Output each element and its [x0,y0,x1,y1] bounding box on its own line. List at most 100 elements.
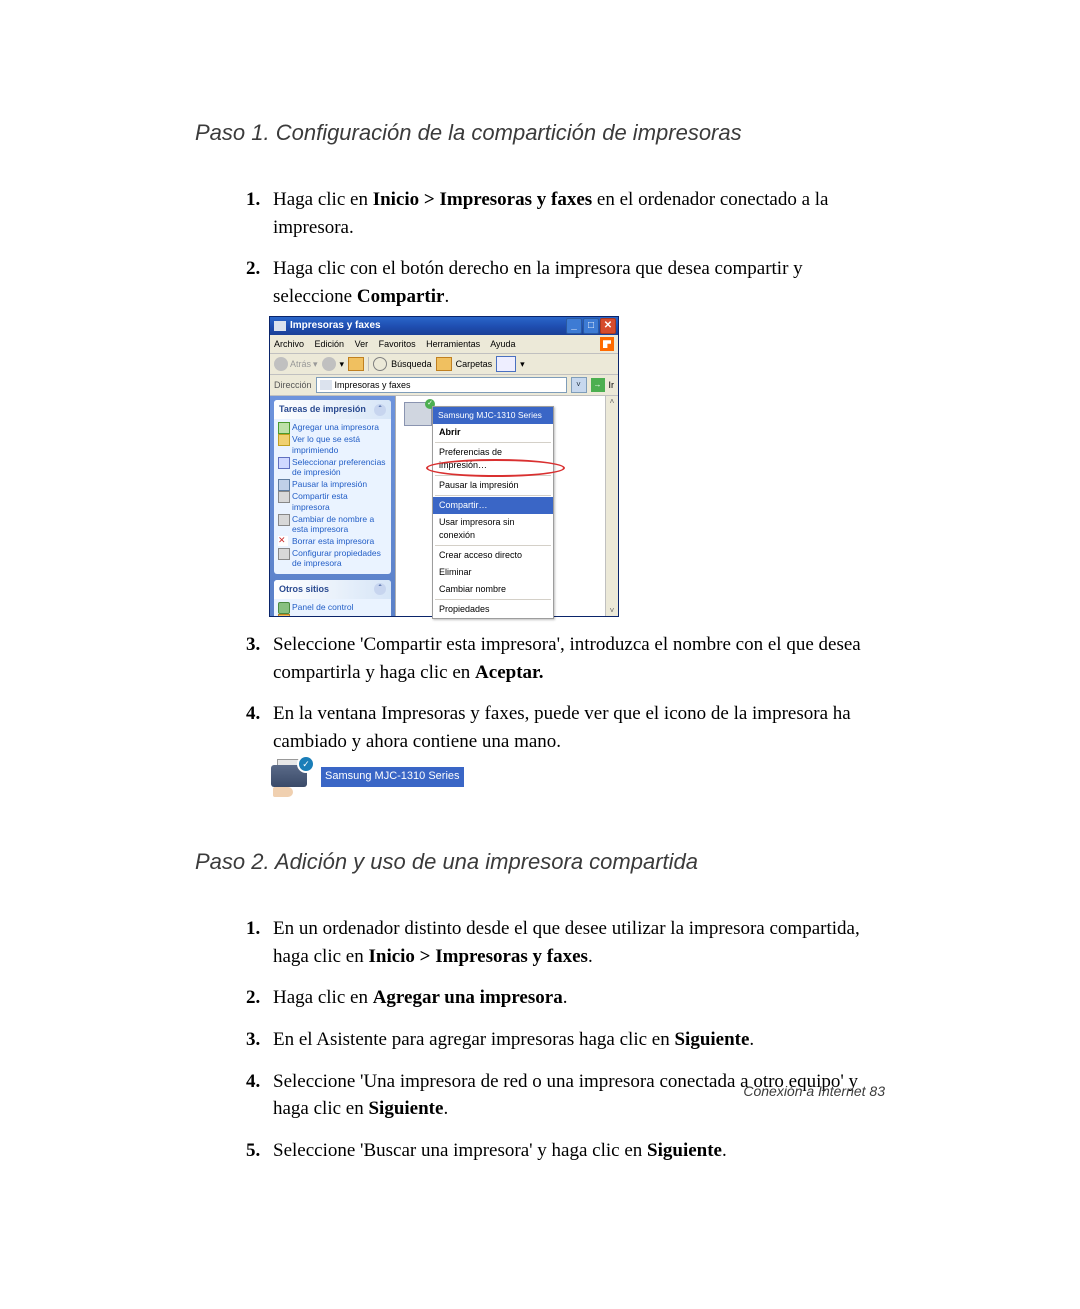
ctx-open[interactable]: Abrir [433,424,553,441]
properties-icon [278,548,290,560]
task-pause[interactable]: Pausar la impresión [278,478,387,490]
text: . [443,1098,448,1119]
step1-item-3: Seleccione 'Compartir esta impresora', i… [265,631,885,686]
text: En el Asistente para agregar impresoras … [273,1029,674,1050]
window-titlebar[interactable]: Impresoras y faxes _ □ ✕ [270,317,618,335]
pause-icon [278,479,290,491]
text: . [588,946,593,967]
scroll-down-icon[interactable]: ˅ [610,605,615,617]
text: . [722,1140,727,1161]
back-icon [274,357,288,371]
task-add-printer[interactable]: Agregar una impresora [278,421,387,433]
context-menu: Samsung MJC-1310 Series Abrir Preferenci… [432,406,554,619]
link-scanners[interactable]: Escáneres y cámaras [278,613,387,616]
ctx-shortcut[interactable]: Crear acceso directo [433,547,553,564]
back-button[interactable]: Atrás ▾ [274,357,318,371]
other-places-panel: Otros sitios ˆ Panel de control Escánere… [274,580,391,617]
menubar: Archivo Edición Ver Favoritos Herramient… [270,335,618,354]
step1-heading: Paso 1. Configuración de la compartición… [195,120,885,146]
collapse-icon[interactable]: ˆ [374,583,386,595]
ctx-pause[interactable]: Pausar la impresión [433,477,553,494]
context-menu-header: Samsung MJC-1310 Series [433,407,553,423]
document-page: Paso 1. Configuración de la compartición… [0,0,1080,1309]
view-queue-icon [278,434,290,446]
folders-label[interactable]: Carpetas [456,358,493,371]
default-check-icon: ✓ [297,755,315,773]
shared-printer-icon: ✓ [269,759,313,795]
ctx-prefs[interactable]: Preferencias de impresión… [433,444,553,474]
address-value: Impresoras y faxes [335,379,411,392]
scrollbar-vertical[interactable]: ˄ ˅ [605,396,618,616]
text: . [444,286,449,307]
menu-path: Inicio > Impresoras y faxes [373,189,592,210]
windows-flag-icon [600,337,614,351]
menu-archivo[interactable]: Archivo [274,339,304,349]
toolbar: Atrás ▾ ▾ Búsqueda Carpetas ▾ [270,354,618,375]
up-icon[interactable] [348,357,364,371]
scanners-icon [278,614,290,616]
add-printer-label: Agregar una impresora [373,987,563,1008]
printer-item[interactable]: ✓ [404,402,432,426]
ctx-rename[interactable]: Cambiar nombre [433,581,553,598]
page-footer: Conexión a Internet 83 [743,1083,885,1099]
share-icon [278,491,290,503]
delete-icon [278,536,288,546]
prefs-icon [278,457,290,469]
folders-icon[interactable] [436,357,452,371]
maximize-button[interactable]: □ [583,318,599,334]
text: En la ventana Impresoras y faxes, puede … [273,703,851,752]
printers-icon [274,321,286,331]
minimize-button[interactable]: _ [566,318,582,334]
step1-item-1: Haga clic en Inicio > Impresoras y faxes… [265,186,885,241]
menu-edicion[interactable]: Edición [315,339,345,349]
close-button[interactable]: ✕ [600,318,616,334]
search-icon[interactable] [373,357,387,371]
rename-icon [278,514,290,526]
address-field[interactable]: Impresoras y faxes [316,377,567,393]
ctx-share[interactable]: Compartir… [433,497,553,514]
back-label: Atrás [290,358,311,371]
other-places-title: Otros sitios [279,583,329,596]
menu-herramientas[interactable]: Herramientas [426,339,480,349]
share-hand-icon [273,787,293,797]
step2-item-3: En el Asistente para agregar impresoras … [265,1026,885,1054]
menu-ayuda[interactable]: Ayuda [490,339,515,349]
text: Haga clic en [273,987,373,1008]
task-share[interactable]: Compartir esta impresora [278,490,387,512]
menu-path: Inicio > Impresoras y faxes [368,946,587,967]
print-tasks-panel: Tareas de impresión ˆ Agregar una impres… [274,400,391,573]
step2-heading: Paso 2. Adición y uso de una impresora c… [195,849,885,875]
next-label: Siguiente [674,1029,749,1050]
text: Haga clic en [273,189,373,210]
scroll-up-icon[interactable]: ˄ [610,396,615,408]
printers-window: Impresoras y faxes _ □ ✕ Archivo Edición… [269,316,619,617]
ctx-props[interactable]: Propiedades [433,601,553,618]
content-area[interactable]: ✓ Samsung MJC-1310 Series Abrir Preferen… [395,396,618,616]
search-label[interactable]: Búsqueda [391,358,432,371]
menu-ver[interactable]: Ver [355,339,369,349]
task-props[interactable]: Configurar propiedades de impresora [278,547,387,569]
step2-item-5: Seleccione 'Buscar una impresora' y haga… [265,1137,885,1165]
address-printers-icon [320,380,332,390]
ctx-use-offline[interactable]: Usar impresora sin conexión [433,514,553,544]
task-delete[interactable]: Borrar esta impresora [278,535,387,547]
text: Haga clic con el botón derecho en la imp… [273,258,803,307]
tasks-sidebar: Tareas de impresión ˆ Agregar una impres… [270,396,395,616]
add-printer-icon [278,422,290,434]
forward-icon[interactable] [322,357,336,371]
text: . [749,1029,754,1050]
address-dropdown-icon[interactable]: ˅ [571,377,587,393]
accept-label: Aceptar. [475,662,543,683]
collapse-icon[interactable]: ˆ [374,404,386,416]
ctx-delete[interactable]: Eliminar [433,564,553,581]
views-button[interactable] [496,356,516,372]
task-view-queue[interactable]: Ver lo que se está imprimiendo [278,433,387,455]
address-bar: Dirección Impresoras y faxes ˅ → Ir [270,375,618,396]
task-rename[interactable]: Cambiar de nombre a esta impresora [278,513,387,535]
go-button[interactable]: → [591,378,605,392]
text: . [563,987,568,1008]
link-control-panel[interactable]: Panel de control [278,601,387,613]
print-tasks-title: Tareas de impresión [279,403,366,416]
task-prefs[interactable]: Seleccionar preferencias de impresión [278,456,387,478]
menu-favoritos[interactable]: Favoritos [379,339,416,349]
